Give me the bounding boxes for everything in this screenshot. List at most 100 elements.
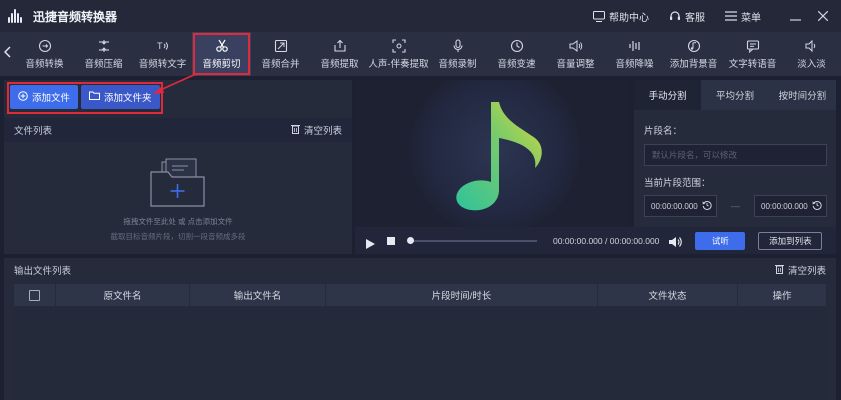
range-dash: — bbox=[731, 201, 740, 211]
tool-merge[interactable]: 音频合并 bbox=[251, 32, 310, 76]
app-logo-icon bbox=[8, 9, 26, 23]
merge-icon bbox=[274, 39, 288, 53]
help-center-label: 帮助中心 bbox=[609, 12, 649, 24]
total-time: 00:00:00.000 bbox=[609, 235, 660, 246]
tool-label: 音频合并 bbox=[261, 58, 300, 70]
tool-speed[interactable]: 音频变速 bbox=[487, 32, 546, 76]
tool-label: 音频录制 bbox=[438, 58, 477, 70]
tool-denoise[interactable]: 音频降噪 bbox=[605, 32, 664, 76]
reset-end-button[interactable] bbox=[812, 200, 822, 212]
scissors-icon bbox=[215, 39, 229, 53]
tool-label: 音频剪切 bbox=[202, 58, 241, 70]
title-controls: 帮助中心 客服 菜单 bbox=[593, 0, 841, 32]
tool-microphone[interactable]: 音频录制 bbox=[428, 32, 487, 76]
add-folder-button[interactable]: 添加文件夹 bbox=[81, 85, 160, 109]
service-button[interactable]: 客服 bbox=[669, 9, 705, 24]
drop-hint-text: 拖拽文件至此处 或 点击添加文件 bbox=[123, 217, 233, 226]
menu-label: 菜单 bbox=[741, 12, 761, 24]
range-start-field[interactable]: 00:00:00.000 bbox=[644, 195, 717, 217]
reset-clock-icon bbox=[812, 200, 822, 210]
range-start-value: 00:00:00.000 bbox=[651, 201, 698, 211]
player-bar: 00:00:00.000 / 00:00:00.000 试听 添加到列表 bbox=[355, 227, 836, 254]
close-button[interactable] bbox=[809, 0, 837, 32]
audio-compress-icon bbox=[97, 39, 111, 53]
add-folder-label: 添加文件夹 bbox=[104, 93, 152, 104]
split-settings-panel: 手动分割平均分割按时间分割 片段名： 当前片段范围： 00:00:00.000 … bbox=[634, 80, 836, 227]
segment-range-label: 当前片段范围： bbox=[644, 178, 711, 189]
select-all-checkbox[interactable] bbox=[29, 289, 40, 301]
tool-audio-compress[interactable]: 音频压缩 bbox=[74, 32, 133, 76]
tool-fade[interactable]: 淡入淡 bbox=[782, 32, 841, 76]
segment-name-input[interactable] bbox=[644, 144, 827, 166]
menu-button[interactable]: 菜单 bbox=[725, 9, 761, 24]
music-note-icon bbox=[456, 102, 542, 211]
minimize-button[interactable] bbox=[781, 0, 809, 32]
tool-extract[interactable]: 音频提取 bbox=[310, 32, 369, 76]
column-header-action: 操作 bbox=[772, 291, 792, 302]
stop-button[interactable] bbox=[387, 236, 395, 245]
speaker-icon bbox=[669, 236, 683, 247]
add-to-list-button[interactable]: 添加到列表 bbox=[758, 231, 823, 250]
help-center-button[interactable]: 帮助中心 bbox=[593, 9, 649, 24]
minimize-icon bbox=[789, 9, 801, 24]
segment-name-label: 片段名： bbox=[644, 126, 683, 137]
app-title: 迅捷音频转换器 bbox=[33, 9, 118, 24]
chevron-left-icon bbox=[3, 45, 11, 63]
reset-clock-icon bbox=[702, 200, 712, 210]
tool-label: 音频转文字 bbox=[138, 58, 187, 70]
svg-text:T: T bbox=[157, 41, 163, 51]
audio-convert-icon bbox=[38, 39, 52, 53]
play-button[interactable] bbox=[365, 236, 375, 249]
time-readout: 00:00:00.000 / 00:00:00.000 bbox=[553, 236, 659, 246]
tool-audio-convert[interactable]: 音频转换 bbox=[15, 32, 74, 76]
trash-icon bbox=[290, 124, 300, 137]
trash-icon bbox=[774, 264, 784, 277]
split-tab-0[interactable]: 手动分割 bbox=[634, 80, 702, 110]
progress-slider[interactable] bbox=[407, 236, 537, 244]
add-buttons-group: 添加文件 添加文件夹 bbox=[7, 82, 163, 114]
file-panel: 添加文件 添加文件夹 文件列表 清空列表 拖拽文件至此处 或 点击添加文件 截取… bbox=[4, 80, 352, 254]
reset-start-button[interactable] bbox=[702, 200, 712, 212]
tool-scissors[interactable]: 音频剪切 bbox=[192, 32, 251, 76]
file-drop-zone[interactable]: 拖拽文件至此处 或 点击添加文件 截取目标音频片段，切割一段音频成多段 bbox=[4, 142, 352, 254]
menu-lines-icon bbox=[725, 10, 737, 22]
clear-output-list-button[interactable]: 清空列表 bbox=[774, 263, 826, 277]
empty-folder-icon bbox=[148, 158, 208, 208]
tool-list: 音频转换 音频压缩 T 音频转文字 音频剪切 音频合并 音频提取 人声-伴奏提取 音频录制 音频变… bbox=[15, 32, 841, 76]
output-table-header: 原文件名 输出文件名 片段时间/时长 文件状态 操作 bbox=[14, 284, 826, 306]
monitor-icon bbox=[593, 10, 605, 22]
range-end-field[interactable]: 00:00:00.000 bbox=[754, 195, 827, 217]
output-list-header: 输出文件列表 清空列表 bbox=[4, 258, 836, 282]
tool-label: 音频转换 bbox=[25, 58, 64, 70]
tool-audio-to-text[interactable]: T 音频转文字 bbox=[133, 32, 192, 76]
annotation-arrow-icon bbox=[153, 73, 197, 94]
tool-background-music[interactable]: 添加背景音 bbox=[664, 32, 723, 76]
tool-text-to-speech[interactable]: 文字转语音 bbox=[723, 32, 782, 76]
headset-icon bbox=[669, 10, 681, 22]
progress-knob[interactable] bbox=[407, 236, 414, 244]
split-tab-2[interactable]: 按时间分割 bbox=[768, 80, 836, 110]
range-end-value: 00:00:00.000 bbox=[761, 201, 808, 211]
app-window: 迅捷音频转换器 帮助中心 客服 菜单 音频转换 音频压缩 T 音频转文字 音频剪… bbox=[0, 0, 841, 400]
audio-preview bbox=[355, 80, 630, 227]
tool-label: 音频压缩 bbox=[84, 58, 123, 70]
title-bar: 迅捷音频转换器 帮助中心 客服 菜单 bbox=[0, 0, 841, 32]
close-icon bbox=[817, 9, 829, 24]
add-file-button[interactable]: 添加文件 bbox=[10, 85, 79, 109]
output-list-title: 输出文件列表 bbox=[14, 266, 72, 277]
segment-range: 00:00:00.000 — 00:00:00.000 bbox=[644, 195, 827, 217]
volume-button[interactable] bbox=[669, 235, 683, 247]
scroll-left-button[interactable] bbox=[0, 32, 15, 76]
clear-file-list-button[interactable]: 清空列表 bbox=[290, 123, 342, 137]
tool-label: 人声-伴奏提取 bbox=[368, 58, 429, 70]
select-all-cell bbox=[14, 284, 56, 306]
tool-label: 淡入淡 bbox=[797, 58, 826, 70]
tool-label: 音量调整 bbox=[556, 58, 595, 70]
tool-vocal-separate[interactable]: 人声-伴奏提取 bbox=[368, 32, 429, 76]
split-mode-tabs: 手动分割 平均分割 按时间分割 bbox=[634, 80, 836, 110]
split-tab-1[interactable]: 平均分割 bbox=[701, 80, 769, 110]
preview-listen-button[interactable]: 试听 bbox=[695, 231, 746, 250]
tool-label: 添加背景音 bbox=[669, 58, 718, 70]
tool-volume[interactable]: 音量调整 bbox=[546, 32, 605, 76]
speed-icon bbox=[510, 39, 524, 53]
